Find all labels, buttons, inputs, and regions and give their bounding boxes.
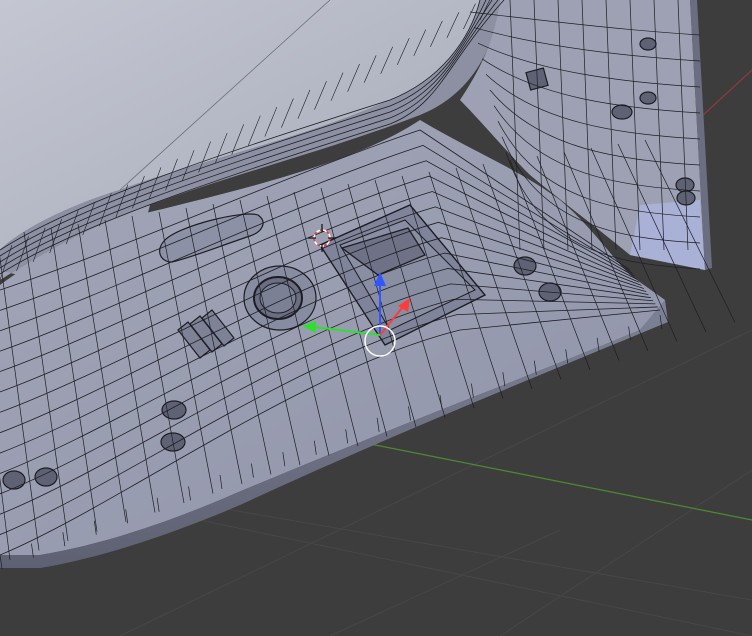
mesh-round-port[interactable] — [243, 265, 317, 331]
3d-viewport[interactable] — [0, 0, 752, 636]
viewport-canvas[interactable] — [0, 0, 752, 636]
